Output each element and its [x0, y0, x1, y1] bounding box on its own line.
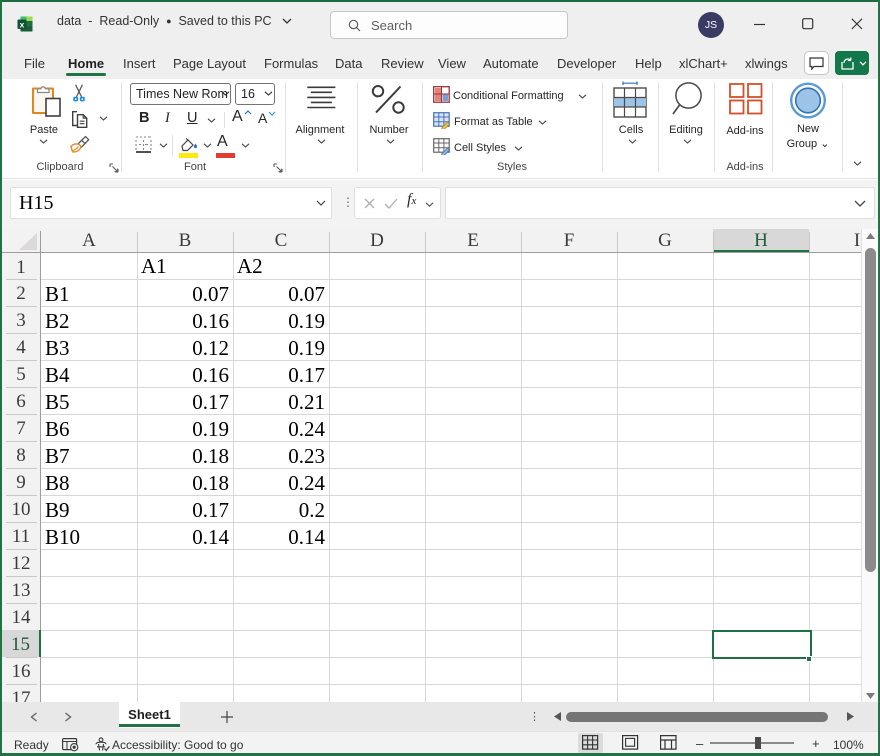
- svg-text:x: x: [20, 20, 25, 30]
